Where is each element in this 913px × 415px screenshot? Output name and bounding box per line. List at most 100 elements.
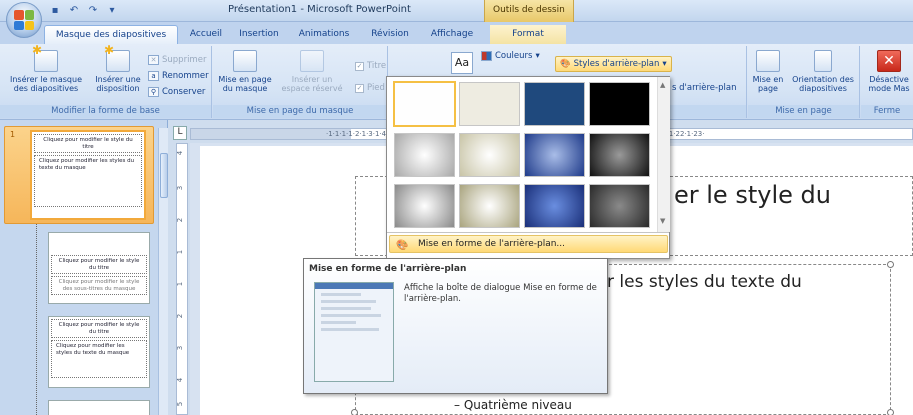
thumb-content-body-box: Cliquez pour modifier les styles du text… xyxy=(51,340,147,378)
vruler-1: 1 xyxy=(176,249,185,255)
colors-button[interactable]: Couleurs ▾ xyxy=(481,50,540,62)
close-master-view-button[interactable]: ✕ Désactive mode Mas xyxy=(865,50,913,93)
thumb-master-title: Cliquez pour modifier le style du titre xyxy=(43,137,133,150)
format-background-icon: 🎨 xyxy=(396,240,409,251)
slide-orientation-button[interactable]: Orientation des diapositives xyxy=(786,50,860,93)
bg-style-4[interactable] xyxy=(589,82,650,126)
bg-style-5[interactable] xyxy=(394,133,455,177)
resize-handle-top-right[interactable] xyxy=(887,261,894,268)
customize-qat-icon[interactable]: ▾ xyxy=(105,4,119,18)
page-setup-label-2: page xyxy=(758,84,778,93)
thumb-content-body: Cliquez pour modifier les styles du text… xyxy=(56,343,130,356)
title-checkbox[interactable]: ✓ Titre xyxy=(355,60,386,72)
bg-style-9[interactable] xyxy=(394,184,455,228)
vruler-2b: 2 xyxy=(176,313,185,319)
master-layout-label-1: Mise en page xyxy=(218,75,272,84)
insert-master-label-1: Insérer le masque xyxy=(9,75,82,84)
background-styles-label: Styles d'arrière-plan xyxy=(573,59,660,69)
close-label-2: mode Mas xyxy=(868,84,910,93)
master-slide-thumbnail[interactable]: Cliquez pour modifier le style du titre … xyxy=(30,130,146,220)
bg-style-7[interactable] xyxy=(524,133,585,177)
insert-slide-master-button[interactable]: Insérer le masque des diapositives xyxy=(2,46,90,93)
ribbon-tabs: Masque des diapositives Accueil Insertio… xyxy=(0,22,913,44)
title-layout-thumbnail[interactable]: Cliquez pour modifier le style du titre … xyxy=(48,232,150,304)
format-background-tooltip: Mise en forme de l'arrière-plan Affiche … xyxy=(303,258,608,394)
tab-format[interactable]: Format xyxy=(490,25,566,44)
bg-style-10[interactable] xyxy=(459,184,520,228)
vruler-4b: 4 xyxy=(176,377,185,383)
group-label-fermer: Ferme xyxy=(861,105,913,118)
slide-orientation-icon xyxy=(814,50,832,72)
thumb-content-title: Cliquez pour modifier le style du titre xyxy=(58,322,140,335)
insert-placeholder-label-1: Insérer un xyxy=(291,75,333,84)
background-styles-button[interactable]: 🎨 Styles d'arrière-plan ▾ xyxy=(555,56,672,72)
gallery-scrollbar[interactable]: ▲ ▼ xyxy=(657,77,670,232)
title-placeholder-text: er le style du xyxy=(674,181,831,209)
thumb-layout-title: Cliquez pour modifier le style du titre xyxy=(58,258,140,271)
close-label-1: Désactive xyxy=(869,75,909,84)
layout-connector-line xyxy=(36,224,37,415)
preserve-label: Conserver xyxy=(162,87,206,97)
content-layout-thumbnail[interactable]: Cliquez pour modifier le style du titre … xyxy=(48,316,150,388)
tab-affichage[interactable]: Affichage xyxy=(424,25,480,44)
footer-checkbox[interactable]: ✓ Pied xyxy=(355,82,385,94)
office-button[interactable] xyxy=(6,2,42,38)
resize-handle-bottom-left[interactable] xyxy=(351,409,358,415)
thumbnail-scrollbar-thumb[interactable] xyxy=(160,153,168,198)
insert-placeholder-label-2: espace réservé xyxy=(281,84,343,93)
bg-style-6[interactable] xyxy=(459,133,520,177)
thumb-content-title-box: Cliquez pour modifier le style du titre xyxy=(51,319,147,338)
group-label-modifier: Modifier la forme de base xyxy=(0,105,211,118)
group-fermer: ✕ Désactive mode Mas Ferme xyxy=(861,46,913,118)
vruler-5b: 5 xyxy=(176,401,185,407)
gallery-scroll-up-icon[interactable]: ▲ xyxy=(660,81,665,89)
master-layout-icon xyxy=(233,50,257,72)
master-layout-button[interactable]: Mise en page du masque xyxy=(215,50,275,93)
resize-handle-bottom-right[interactable] xyxy=(887,409,894,415)
tab-insertion[interactable]: Insertion xyxy=(233,25,285,44)
tab-accueil[interactable]: Accueil xyxy=(182,25,230,44)
rename-button[interactable]: a Renommer xyxy=(148,70,209,82)
delete-button[interactable]: ✕ Supprimer xyxy=(148,54,206,66)
bg-style-11[interactable] xyxy=(524,184,585,228)
hide-background-checkbox[interactable]: s d'arrière-plan xyxy=(672,82,736,94)
window-title: Présentation1 - Microsoft PowerPoint xyxy=(228,4,411,15)
rename-icon: a xyxy=(148,71,159,81)
format-background-label: Mise en forme de l'arrière-plan... xyxy=(418,239,566,249)
footer-check-label: Pied xyxy=(367,83,385,93)
page-setup-button[interactable]: Mise en page xyxy=(750,50,786,93)
redo-icon[interactable]: ↷ xyxy=(86,4,100,18)
tab-animations[interactable]: Animations xyxy=(292,25,356,44)
insert-layout-label-1: Insérer une xyxy=(95,75,141,84)
page-setup-label-1: Mise en xyxy=(752,75,784,84)
preserve-button[interactable]: ⚲ Conserver xyxy=(148,86,205,98)
thumbnail-scrollbar[interactable] xyxy=(158,128,168,415)
tooltip-dialog-preview xyxy=(314,282,394,382)
next-layout-thumbnail[interactable] xyxy=(48,400,150,415)
gallery-scroll-down-icon[interactable]: ▼ xyxy=(660,217,665,225)
bg-style-12[interactable] xyxy=(589,184,650,228)
thumb-layout-sub-box: Cliquez pour modifier le style des sous-… xyxy=(51,276,147,295)
insert-layout-button[interactable]: Insérer une disposition xyxy=(90,46,146,93)
bg-style-1[interactable] xyxy=(393,81,456,127)
background-styles-icon: 🎨 xyxy=(560,59,571,69)
tooltip-title: Mise en forme de l'arrière-plan xyxy=(309,264,467,274)
vruler-3b: 3 xyxy=(176,345,185,351)
delete-icon: ✕ xyxy=(148,55,159,65)
colors-dropdown-icon: ▾ xyxy=(535,51,540,61)
bg-style-2[interactable] xyxy=(459,82,520,126)
tab-masque-des-diapositives[interactable]: Masque des diapositives xyxy=(44,25,178,44)
bg-style-3[interactable] xyxy=(524,82,585,126)
orientation-label-1: Orientation des xyxy=(792,75,854,84)
tab-stop-selector[interactable]: L xyxy=(173,126,187,140)
vruler-2: 2 xyxy=(176,217,185,223)
tab-revision[interactable]: Révision xyxy=(364,25,416,44)
thumb-layout-sub: Cliquez pour modifier le style des sous-… xyxy=(58,279,140,292)
fonts-button[interactable]: Aa xyxy=(451,52,473,74)
bg-style-8[interactable] xyxy=(589,133,650,177)
insert-layout-icon xyxy=(104,46,130,72)
format-background-command[interactable]: 🎨 Mise en forme de l'arrière-plan... xyxy=(389,235,668,253)
insert-placeholder-button[interactable]: Insérer un espace réservé xyxy=(279,50,345,93)
undo-icon[interactable]: ↶ xyxy=(67,4,81,18)
save-icon[interactable]: ▪ xyxy=(48,4,62,18)
